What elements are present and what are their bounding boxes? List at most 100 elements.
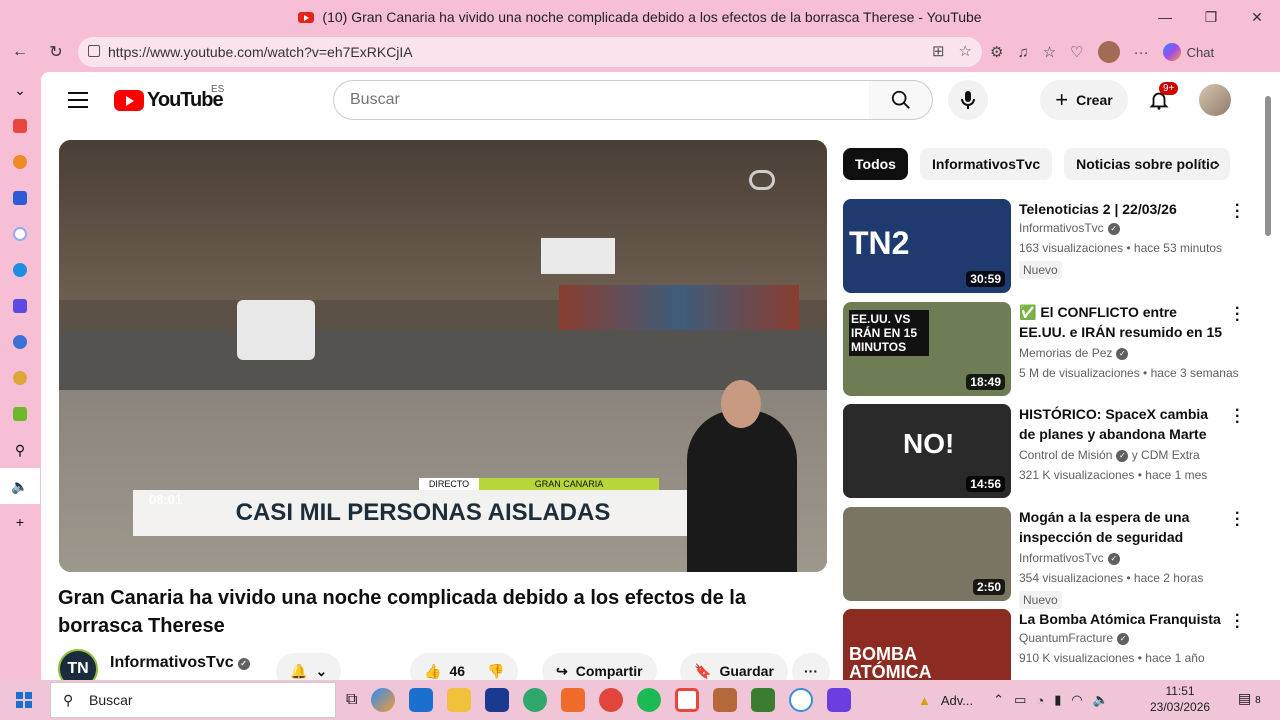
profile-avatar[interactable]	[1097, 41, 1120, 63]
video-thumbnail[interactable]: TN2 30:59	[843, 199, 1011, 293]
reload-icon[interactable]: ↻	[38, 34, 74, 70]
list-item[interactable]: 2:50 Mogán a la espera de una inspección…	[843, 505, 1253, 610]
list-item[interactable]: NO! 14:56 HISTÓRICO: SpaceX cambia de pl…	[843, 403, 1253, 507]
app-orange-icon[interactable]	[713, 688, 738, 712]
create-button[interactable]: + Crear	[1040, 80, 1128, 120]
audio-icon[interactable]: 🔈	[0, 468, 40, 504]
gmail-taskbar-icon[interactable]	[675, 688, 700, 712]
spotify-icon[interactable]	[637, 688, 662, 712]
edge-icon[interactable]	[0, 252, 40, 288]
weather-label[interactable]: Adv...	[941, 693, 973, 708]
extensions-icon[interactable]: ⚙	[990, 43, 1003, 61]
list-item[interactable]: TN2 30:59 Telenoticias 2 | 22/03/26 Info…	[843, 198, 1253, 302]
close-button[interactable]: ✕	[1234, 0, 1280, 34]
favorite-star-icon[interactable]: ☆	[959, 42, 972, 60]
copilot-chat-button[interactable]: Chat	[1162, 43, 1214, 61]
chrome-icon[interactable]	[0, 360, 40, 396]
channel-name[interactable]: InformativosTvc ✓	[110, 654, 250, 672]
back-arrow-icon[interactable]: ←	[2, 34, 38, 70]
taskbar-search-input[interactable]: ⚲ Buscar	[50, 682, 336, 718]
video-title[interactable]: Mogán a la espera de una inspección de s…	[1019, 507, 1224, 547]
chip-todos[interactable]: Todos	[843, 148, 908, 180]
copilot-app-icon[interactable]	[371, 688, 396, 712]
maximize-button[interactable]: ❐	[1188, 0, 1234, 34]
thumbs-down-icon[interactable]: 👎	[487, 663, 504, 680]
chevron-right-icon[interactable]: ›	[1205, 152, 1229, 176]
channel-name[interactable]: QuantumFracture ✓	[1019, 631, 1130, 645]
url-text[interactable]: https://www.youtube.com/watch?v=eh7ExRKC…	[108, 44, 413, 60]
youtube-logo[interactable]: YouTube ES	[114, 84, 224, 112]
volume-icon[interactable]: 🔈	[1093, 692, 1109, 708]
calendar-icon[interactable]	[0, 288, 40, 324]
channel-name[interactable]: Control de Misión ✓ y CDM Extra	[1019, 448, 1200, 462]
task-view-icon[interactable]: ⧉	[346, 691, 357, 709]
site-info-icon[interactable]	[88, 45, 100, 57]
more-actions-button[interactable]: ···	[792, 653, 830, 680]
list-item[interactable]: EE.UU. VS IRÁN EN 15 MINUTOS 18:49 ✅ El …	[843, 300, 1253, 405]
video-thumbnail[interactable]: EE.UU. VS IRÁN EN 15 MINUTOS 18:49	[843, 301, 1011, 396]
more-options-icon[interactable]: · · ·	[1235, 403, 1240, 431]
save-button[interactable]: 🔖 Guardar	[680, 653, 788, 680]
edge-taskbar-icon[interactable]	[523, 688, 548, 712]
list-item[interactable]: BOMBA ATÓMICA La Bomba Atómica Franquist…	[843, 608, 1253, 680]
battery-icon[interactable]: ▮	[1054, 692, 1061, 708]
channel-name[interactable]: InformativosTvc ✓	[1019, 551, 1120, 565]
browser-essentials-icon[interactable]: ♡	[1070, 43, 1083, 61]
search-button[interactable]	[869, 80, 933, 120]
channel-name[interactable]: Memorias de Pez ✓	[1019, 346, 1129, 360]
video-title[interactable]: La Bomba Atómica Franquista	[1019, 609, 1224, 629]
video-thumbnail[interactable]: NO! 14:56	[843, 404, 1011, 498]
minimize-button[interactable]: —	[1142, 0, 1188, 34]
video-thumbnail[interactable]: BOMBA ATÓMICA	[843, 609, 1011, 680]
notifications-button[interactable]: 9+	[1143, 82, 1179, 116]
add-icon[interactable]: +	[0, 504, 40, 540]
start-button[interactable]	[0, 680, 48, 720]
sidebar-collapse-icon[interactable]: ⌄	[0, 72, 40, 108]
video-thumbnail[interactable]: 2:50	[843, 506, 1011, 601]
media-icon[interactable]: ♫	[1017, 44, 1028, 61]
notification-center-button[interactable]: ▤ 8	[1238, 690, 1261, 707]
games-icon[interactable]	[0, 324, 40, 360]
more-options-icon[interactable]: · · ·	[1235, 300, 1240, 328]
channel-avatar[interactable]: TN	[58, 649, 98, 680]
video-title[interactable]: ✅ El CONFLICTO entre EE.UU. e IRÁN resum…	[1019, 302, 1224, 342]
warning-icon[interactable]: ▲	[918, 693, 931, 708]
more-options-icon[interactable]: · · ·	[1235, 505, 1240, 533]
search-input[interactable]: Buscar	[333, 80, 870, 120]
paypal-icon[interactable]	[485, 688, 510, 712]
wifi-icon[interactable]: ◠	[1071, 692, 1082, 708]
more-menu-icon[interactable]: ···	[1134, 44, 1149, 61]
video-title[interactable]: Telenoticias 2 | 22/03/26	[1019, 199, 1224, 219]
circle-icon[interactable]	[0, 216, 40, 252]
store-icon[interactable]	[409, 688, 434, 712]
tray-app-icon[interactable]: ▭	[1014, 692, 1026, 708]
page-scrollbar[interactable]	[1264, 88, 1272, 668]
network-icon[interactable]: ◔	[1036, 693, 1044, 708]
brave-icon[interactable]	[561, 688, 586, 712]
chip-channel[interactable]: InformativosTvc	[919, 148, 1053, 180]
app-green-icon[interactable]	[751, 688, 776, 712]
video-title[interactable]: HISTÓRICO: SpaceX cambia de planes y aba…	[1019, 404, 1224, 444]
voice-search-button[interactable]	[948, 80, 988, 120]
menu-icon[interactable]	[68, 92, 88, 108]
search-sidebar-icon[interactable]: ⚲	[0, 432, 40, 468]
channel-name[interactable]: InformativosTvc ✓	[1019, 221, 1120, 235]
chrome-taskbar-icon[interactable]	[599, 688, 624, 712]
circle-app-icon[interactable]	[789, 688, 814, 712]
apps-icon[interactable]: ⊞	[932, 42, 945, 60]
more-options-icon[interactable]: · · ·	[1235, 608, 1240, 636]
outlook-icon[interactable]	[0, 144, 40, 180]
nvidia-icon[interactable]	[0, 396, 40, 432]
address-bar[interactable]: https://www.youtube.com/watch?v=eh7ExRKC…	[78, 37, 982, 67]
app-icon[interactable]	[0, 180, 40, 216]
like-button[interactable]: 👍 46 👎	[410, 653, 519, 680]
video-player[interactable]: DIRECTO GRAN CANARIA CASI MIL PERSONAS A…	[59, 140, 827, 572]
taskbar-clock[interactable]: 11:51 23/03/2026	[1150, 683, 1210, 715]
favorites-icon[interactable]: ☆	[1043, 43, 1056, 61]
purple-app-icon[interactable]	[827, 688, 852, 712]
more-options-icon[interactable]: · · ·	[1235, 198, 1240, 226]
account-avatar[interactable]	[1199, 84, 1231, 116]
chevron-up-icon[interactable]: ⌃	[993, 692, 1004, 708]
file-explorer-icon[interactable]	[447, 688, 472, 712]
subscribe-bell-button[interactable]: 🔔 ⌄	[276, 653, 342, 680]
